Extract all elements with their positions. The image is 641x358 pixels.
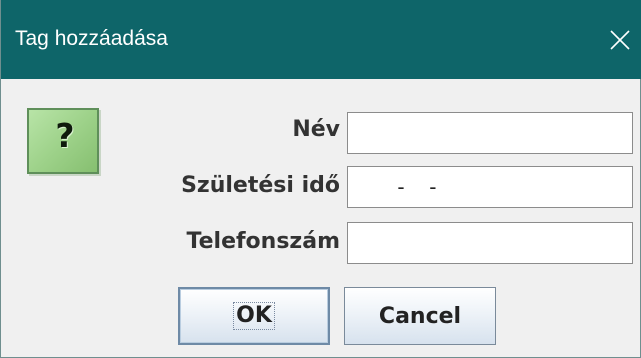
- add-member-dialog: Tag hozzáadása ? Név Születési idő - - T…: [0, 0, 641, 358]
- title-bar: Tag hozzáadása: [1, 0, 641, 79]
- cancel-button-label: Cancel: [378, 303, 462, 329]
- question-icon: ?: [27, 108, 99, 174]
- birth-date-label: Születési idő: [181, 173, 340, 198]
- close-icon: [609, 29, 631, 51]
- phone-label: Telefonszám: [186, 229, 340, 254]
- ok-button-label: OK: [233, 302, 275, 330]
- ok-button[interactable]: OK: [178, 287, 330, 345]
- window-title: Tag hozzáadása: [15, 27, 168, 50]
- cancel-button[interactable]: Cancel: [344, 287, 496, 345]
- close-button[interactable]: [598, 0, 641, 79]
- birth-date-field[interactable]: [347, 166, 633, 208]
- name-label: Név: [292, 117, 340, 142]
- question-glyph: ?: [55, 116, 75, 155]
- name-field[interactable]: [347, 112, 633, 154]
- phone-field[interactable]: [347, 222, 633, 264]
